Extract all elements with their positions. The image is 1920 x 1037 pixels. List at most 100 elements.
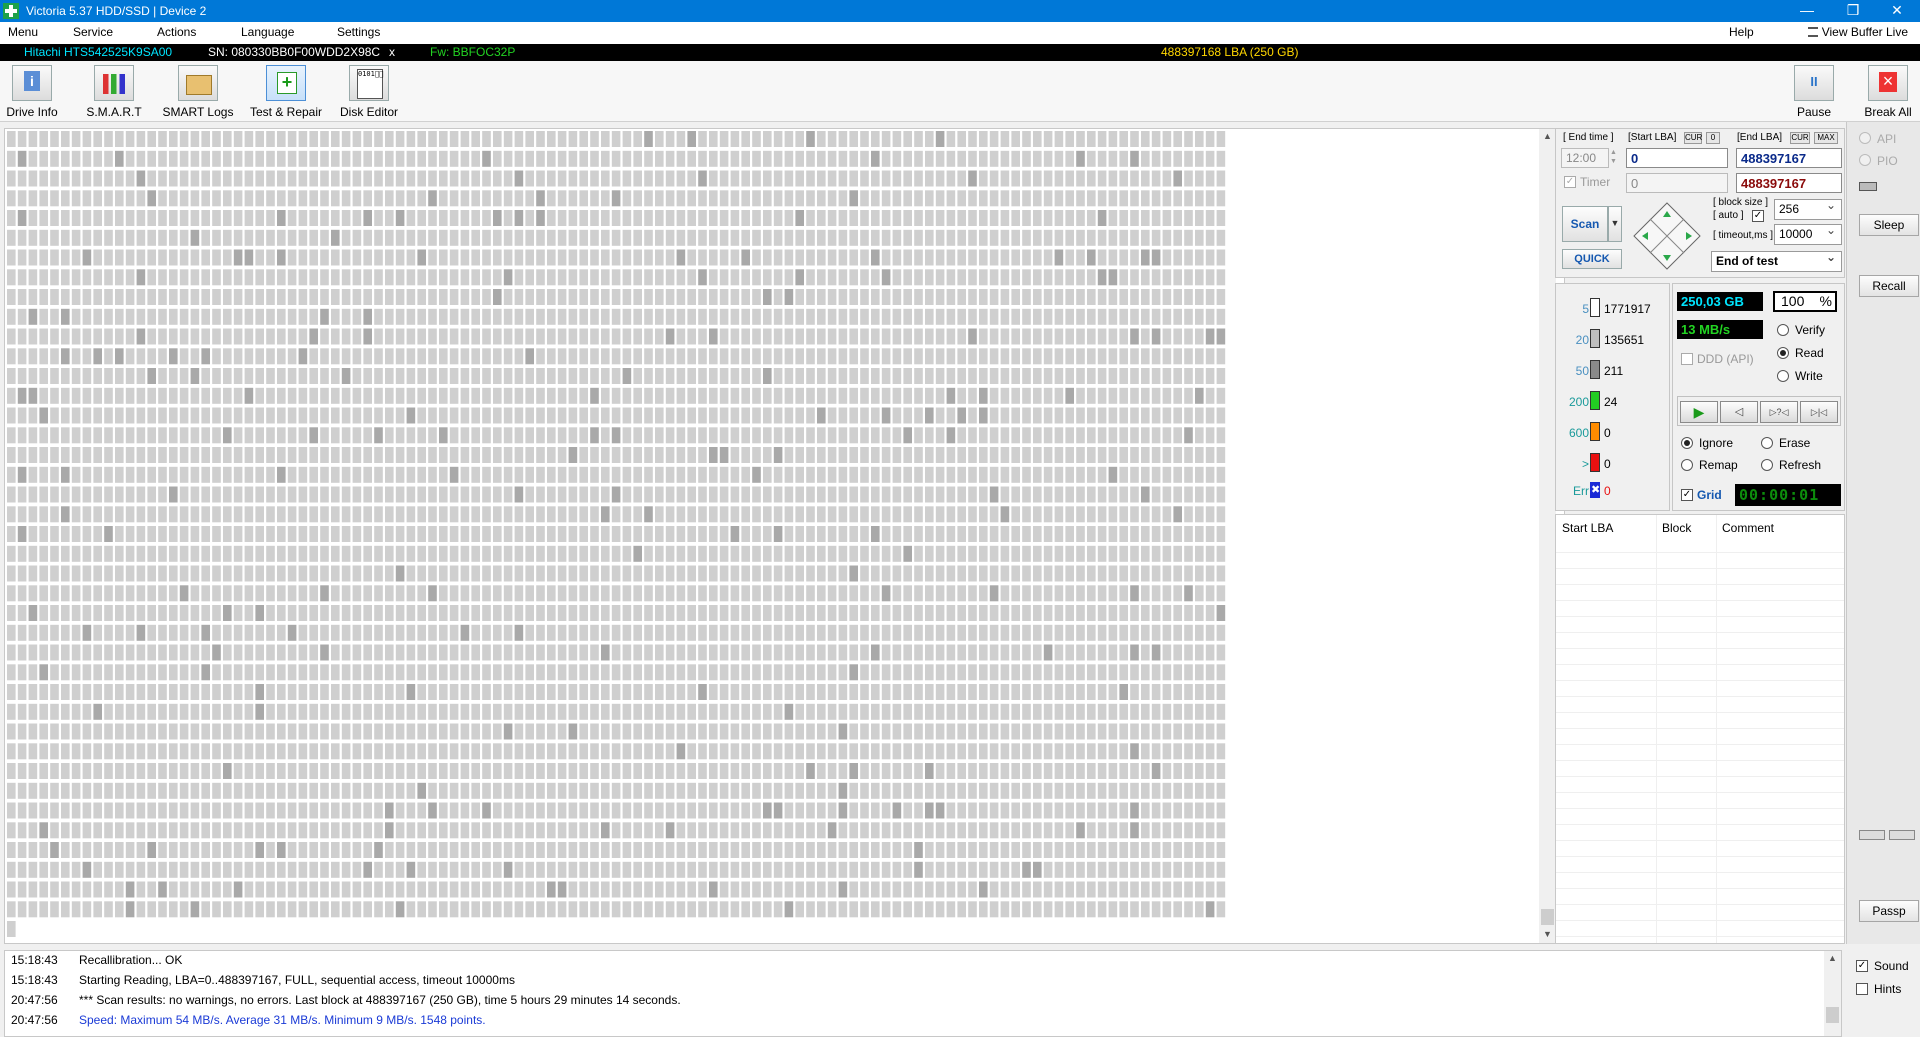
scroll-thumb[interactable]	[1541, 909, 1554, 925]
pause-button[interactable]: Pause	[1792, 65, 1836, 121]
ddd-api-checkbox[interactable]	[1681, 353, 1693, 365]
start-lba-zero-button[interactable]: 0	[1706, 132, 1720, 144]
break-all-button[interactable]: Break All	[1862, 65, 1914, 121]
block-size-select[interactable]: 256	[1774, 198, 1842, 220]
remap-radio[interactable]	[1681, 459, 1693, 471]
read-radio[interactable]	[1777, 347, 1789, 359]
col-block[interactable]: Block	[1662, 521, 1691, 535]
scroll-up-icon[interactable]: ▲	[1543, 131, 1552, 141]
end-lba-cur-button[interactable]: CUR	[1790, 132, 1810, 144]
refresh-radio[interactable]	[1761, 459, 1773, 471]
scan-block	[7, 387, 16, 404]
small-button-left[interactable]	[1859, 830, 1885, 840]
ignore-radio[interactable]	[1681, 437, 1693, 449]
menu-item-menu[interactable]: Menu	[8, 25, 38, 39]
scan-block	[849, 782, 858, 799]
menu-item-service[interactable]: Service	[73, 25, 113, 39]
seek-random-button[interactable]: ▷?◁	[1760, 401, 1798, 423]
scan-dropdown-button[interactable]: ▼	[1608, 206, 1622, 242]
hints-checkbox[interactable]	[1856, 983, 1868, 995]
passp-button[interactable]: Passp	[1859, 900, 1919, 922]
scan-block	[935, 447, 945, 463]
scan-block	[1022, 802, 1031, 819]
scan-block	[860, 585, 869, 602]
maximize-button[interactable]: ❒	[1830, 0, 1876, 22]
quick-button[interactable]: QUICK	[1562, 249, 1622, 269]
scan-block	[665, 605, 675, 621]
scan-block	[968, 447, 977, 463]
scan-block	[719, 190, 729, 207]
view-buffer-live-toggle[interactable]: View Buffer Live	[1807, 25, 1908, 39]
scan-block	[1130, 644, 1139, 661]
timer-checkbox[interactable]: ✓	[1564, 176, 1576, 188]
end-lba-display[interactable]: 488397167	[1736, 173, 1842, 193]
scan-block	[374, 407, 383, 424]
timeout-select[interactable]: 10000	[1774, 223, 1842, 245]
smart-button[interactable]: S.M.A.R.T	[84, 65, 144, 121]
write-radio[interactable]	[1777, 370, 1789, 382]
power-indicator-icon[interactable]	[1859, 182, 1877, 191]
scan-block	[28, 605, 38, 621]
end-lba-input[interactable]: 488397167	[1736, 148, 1842, 168]
scan-block	[147, 170, 156, 187]
scan-block	[287, 150, 297, 167]
start-lba-input[interactable]: 0	[1626, 148, 1728, 168]
log-scroll-thumb[interactable]	[1826, 1007, 1839, 1023]
log-scrollbar[interactable]: ▲	[1824, 951, 1841, 1036]
drive-model[interactable]: Hitachi HTS542525K9SA00	[24, 45, 172, 59]
scan-block	[1011, 684, 1020, 700]
auto-block-size-checkbox[interactable]: ✓	[1752, 210, 1764, 222]
scan-block	[1173, 565, 1182, 582]
sleep-button[interactable]: Sleep	[1859, 214, 1919, 236]
end-of-test-select[interactable]: End of test	[1711, 250, 1842, 272]
log-scroll-up-icon[interactable]: ▲	[1828, 953, 1837, 963]
scan-block	[806, 684, 815, 700]
test-repair-button[interactable]: Test & Repair	[248, 65, 324, 121]
scan-block	[611, 743, 621, 760]
recall-button[interactable]: Recall	[1859, 275, 1919, 297]
scan-block	[363, 368, 372, 384]
col-start-lba[interactable]: Start LBA	[1562, 521, 1613, 535]
scan-map-scrollbar[interactable]: ▲ ▼	[1539, 129, 1556, 943]
grid-checkbox[interactable]: ✓	[1681, 489, 1693, 501]
scan-block	[514, 723, 524, 740]
scroll-down-icon[interactable]: ▼	[1543, 929, 1552, 939]
menu-item-settings[interactable]: Settings	[337, 25, 380, 39]
play-button[interactable]: ▶	[1680, 401, 1718, 423]
col-comment[interactable]: Comment	[1722, 521, 1774, 535]
scan-block	[719, 901, 729, 918]
end-time-input[interactable]: 12:00	[1561, 148, 1609, 168]
seek-direction-pad[interactable]	[1632, 201, 1702, 271]
seek-end-button[interactable]: ▷|◁	[1800, 401, 1838, 423]
pio-radio[interactable]	[1859, 154, 1871, 166]
small-button-right[interactable]	[1889, 830, 1915, 840]
scan-button[interactable]: Scan	[1562, 206, 1608, 242]
scan-block	[1076, 861, 1085, 878]
verify-radio[interactable]	[1777, 324, 1789, 336]
close-button[interactable]: ✕	[1874, 0, 1920, 22]
scan-block	[460, 289, 470, 305]
step-back-button[interactable]: ◁	[1720, 401, 1758, 423]
drive-info-button[interactable]: Drive Info	[6, 65, 58, 121]
scan-block	[212, 427, 221, 444]
scan-block	[277, 565, 286, 582]
scan-block	[460, 763, 470, 779]
sound-checkbox[interactable]: ✓	[1856, 960, 1868, 972]
disk-editor-button[interactable]: Disk Editor	[338, 65, 400, 121]
menu-item-actions[interactable]: Actions	[157, 25, 196, 39]
smart-logs-button[interactable]: SMART Logs	[162, 65, 234, 121]
minimize-button[interactable]: —	[1784, 0, 1830, 22]
menu-item-language[interactable]: Language	[241, 25, 294, 39]
menu-item-help[interactable]: Help	[1729, 25, 1754, 39]
serial-close-mark[interactable]: x	[389, 45, 395, 59]
timer-input[interactable]: 0	[1626, 173, 1728, 193]
scan-block	[82, 763, 92, 779]
end-time-spinner[interactable]: ▲ ▼	[1610, 148, 1617, 166]
scan-block	[1000, 131, 1010, 147]
scan-block	[925, 269, 934, 286]
start-lba-cur-button[interactable]: CUR	[1684, 132, 1702, 144]
api-radio[interactable]	[1859, 132, 1871, 144]
end-lba-max-button[interactable]: MAX	[1814, 132, 1838, 144]
scan-block	[871, 624, 880, 641]
erase-radio[interactable]	[1761, 437, 1773, 449]
